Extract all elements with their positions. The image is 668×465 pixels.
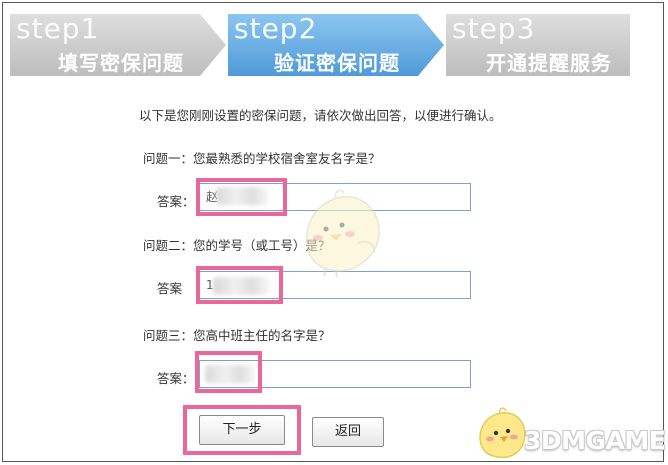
answer-1-label: 答案： — [157, 194, 195, 209]
answer-2-label: 答案 — [157, 281, 183, 296]
intro-text: 以下是您刚刚设置的密保问题，请依次做出回答，以便进行确认。 — [139, 108, 502, 123]
step-3: step3 开通提醒服务 — [446, 12, 634, 76]
highlight-box-answer-3 — [195, 351, 262, 393]
step-1-number: step1 — [16, 12, 100, 45]
step-3-number: step3 — [452, 12, 536, 45]
next-step-button[interactable]: 下一步 — [199, 415, 285, 445]
question-3: 问题三：您高中班主任的名字是？ — [143, 328, 331, 343]
answer-3-label: 答案： — [157, 371, 195, 386]
step-2-current: step2 验证密保问题 — [228, 12, 446, 76]
step-1: step1 填写密保问题 — [10, 12, 228, 76]
highlight-box-answer-1 — [196, 178, 287, 216]
step-3-title: 开通提醒服务 — [486, 51, 612, 75]
step-2-number: step2 — [234, 12, 318, 45]
chick-mascot-watermark-icon — [306, 189, 380, 278]
question-1: 问题一：您最熟悉的学校宿舍室友名字是？ — [143, 151, 381, 166]
step-1-title: 填写密保问题 — [58, 51, 184, 75]
highlight-box-answer-2 — [196, 266, 283, 304]
back-button[interactable]: 返回 — [312, 417, 384, 447]
step-progress-bar: step1 填写密保问题 step2 验证密保问题 step3 开通提醒服务 — [10, 12, 630, 76]
watermark-text: 3DMGAME — [524, 426, 666, 455]
step-2-title: 验证密保问题 — [274, 51, 400, 75]
